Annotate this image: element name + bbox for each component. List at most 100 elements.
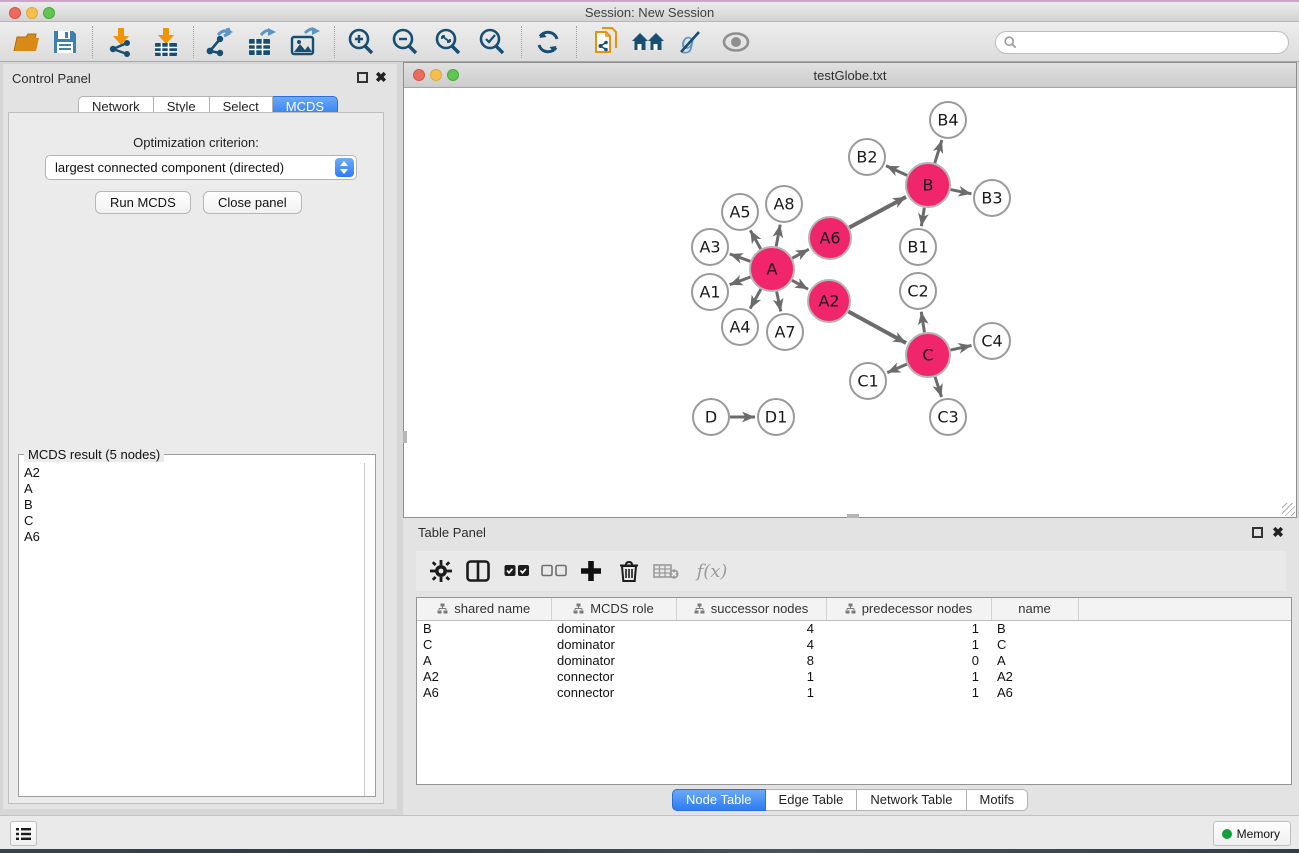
graph-edge-B-B3[interactable] (951, 190, 972, 194)
task-history-button[interactable] (10, 821, 37, 846)
table-cell[interactable]: connector (551, 684, 676, 700)
search-input[interactable] (1022, 35, 1288, 50)
network-graph[interactable]: B4B2BB3A8A5A6A3B1AA1C2A2A4A7CC4C1C3DD1 (404, 88, 1296, 517)
table-cell[interactable]: 1 (676, 668, 826, 684)
close-table-panel-icon[interactable]: ✖ (1271, 525, 1285, 539)
float-panel-icon[interactable] (357, 72, 368, 83)
graph-edge-A2-C[interactable] (848, 312, 906, 343)
tab-motifs[interactable]: Motifs (967, 789, 1029, 811)
table-row[interactable]: A6connector11A6 (417, 684, 1291, 700)
graph-node-D[interactable]: D (693, 399, 729, 435)
close-panel-icon[interactable]: ✖ (374, 70, 388, 84)
graph-node-A[interactable]: A (750, 247, 794, 291)
graph-node-C3[interactable]: C3 (930, 399, 966, 435)
graph-edge-A-A6[interactable] (792, 249, 809, 258)
table-cell[interactable]: dominator (551, 652, 676, 668)
mcds-result-list[interactable]: A2ABCA6 (20, 463, 364, 796)
open-folder-icon[interactable] (8, 26, 46, 58)
mcds-result-item[interactable]: B (24, 497, 360, 513)
table-cell[interactable]: 8 (676, 652, 826, 668)
table-cell[interactable]: 1 (826, 668, 991, 684)
graph-node-A8[interactable]: A8 (766, 186, 802, 222)
table-cell[interactable]: 4 (676, 620, 826, 636)
mcds-result-item[interactable]: A (24, 481, 360, 497)
table-cell[interactable]: A (417, 652, 551, 668)
mcds-result-scrollbar[interactable] (364, 463, 374, 796)
table-row[interactable]: A2connector11A2 (417, 668, 1291, 684)
table-cell[interactable]: B (417, 620, 551, 636)
graph-node-A7[interactable]: A7 (767, 314, 803, 350)
import-table-icon[interactable] (147, 26, 185, 58)
network-window-titlebar[interactable]: testGlobe.txt (404, 63, 1296, 88)
float-table-panel-icon[interactable] (1252, 527, 1263, 538)
column-header-predecessor-nodes[interactable]: predecessor nodes (826, 598, 991, 620)
graph-node-A5[interactable]: A5 (722, 194, 758, 230)
table-cell[interactable]: A6 (991, 684, 1078, 700)
graph-edge-B-B4[interactable] (935, 140, 942, 163)
graph-node-A6[interactable]: A6 (809, 217, 851, 259)
graph-edge-A-A1[interactable] (730, 277, 751, 285)
graph-edge-C-C1[interactable] (887, 364, 907, 373)
export-image-icon[interactable] (286, 26, 324, 58)
column-header-name[interactable]: name (991, 598, 1078, 620)
graph-node-B3[interactable]: B3 (974, 180, 1010, 216)
save-session-icon[interactable] (46, 26, 84, 58)
mcds-result-item[interactable]: C (24, 513, 360, 529)
table-cell[interactable]: A6 (417, 684, 551, 700)
tab-network-table[interactable]: Network Table (857, 789, 966, 811)
import-network-icon[interactable] (101, 26, 139, 58)
graph-edge-A-A8[interactable] (776, 225, 780, 247)
zoom-fit-icon[interactable] (429, 26, 467, 58)
graph-edge-A-A2[interactable] (792, 280, 808, 289)
column-header-MCDS-role[interactable]: MCDS role (551, 598, 676, 620)
columns-icon[interactable] (461, 554, 495, 588)
graph-node-C1[interactable]: C1 (850, 363, 886, 399)
export-table-icon[interactable] (243, 26, 281, 58)
graph-node-B2[interactable]: B2 (849, 139, 885, 175)
graph-node-A3[interactable]: A3 (692, 229, 728, 265)
zoom-selected-icon[interactable] (473, 26, 511, 58)
table-cell[interactable]: C (991, 636, 1078, 652)
graph-node-B[interactable]: B (906, 163, 950, 207)
gear-icon[interactable] (424, 554, 458, 588)
graph-node-B4[interactable]: B4 (930, 102, 966, 138)
table-cell[interactable]: A (991, 652, 1078, 668)
table-cell[interactable]: connector (551, 668, 676, 684)
table-cell[interactable]: dominator (551, 636, 676, 652)
network-canvas[interactable]: B4B2BB3A8A5A6A3B1AA1C2A2A4A7CC4C1C3DD1 (404, 88, 1296, 517)
graph-node-C[interactable]: C (906, 333, 950, 377)
toggle-graphics-details-icon[interactable]: g (671, 26, 709, 58)
graph-edge-C-C2[interactable] (921, 312, 924, 333)
run-mcds-button[interactable]: Run MCDS (95, 191, 191, 214)
graph-edge-A-A4[interactable] (750, 289, 761, 308)
close-panel-button[interactable]: Close panel (203, 191, 302, 214)
function-builder-icon[interactable]: f(x) (688, 554, 736, 588)
tab-node-table[interactable]: Node Table (672, 789, 766, 811)
memory-button[interactable]: Memory (1213, 821, 1291, 846)
graph-edge-C-C4[interactable] (950, 345, 971, 350)
column-header-successor-nodes[interactable]: successor nodes (676, 598, 826, 620)
graph-edge-C-C3[interactable] (935, 377, 941, 397)
resize-grip-icon[interactable] (1282, 503, 1295, 516)
column-header-shared-name[interactable]: shared name (417, 598, 551, 620)
graph-node-D1[interactable]: D1 (758, 399, 794, 435)
zoom-out-icon[interactable] (386, 26, 424, 58)
deselect-all-icon[interactable] (537, 554, 571, 588)
copy-network-icon[interactable] (588, 26, 626, 58)
graph-edge-A-A3[interactable] (730, 254, 751, 261)
add-column-icon[interactable] (574, 554, 608, 588)
graph-edge-A-A5[interactable] (750, 230, 760, 249)
table-cell[interactable]: A2 (991, 668, 1078, 684)
criterion-dropdown[interactable]: largest connected component (directed) (45, 155, 357, 180)
zoom-in-icon[interactable] (342, 26, 380, 58)
table-cell[interactable]: 0 (826, 652, 991, 668)
table-cell[interactable]: A2 (417, 668, 551, 684)
select-all-icon[interactable] (500, 554, 534, 588)
refresh-icon[interactable] (529, 26, 567, 58)
graph-edge-B-B1[interactable] (921, 208, 924, 227)
table-cell[interactable]: B (991, 620, 1078, 636)
table-cell[interactable]: 1 (826, 636, 991, 652)
trash-icon[interactable] (612, 554, 646, 588)
table-row[interactable]: Cdominator41C (417, 636, 1291, 652)
table-cell[interactable]: 1 (676, 684, 826, 700)
